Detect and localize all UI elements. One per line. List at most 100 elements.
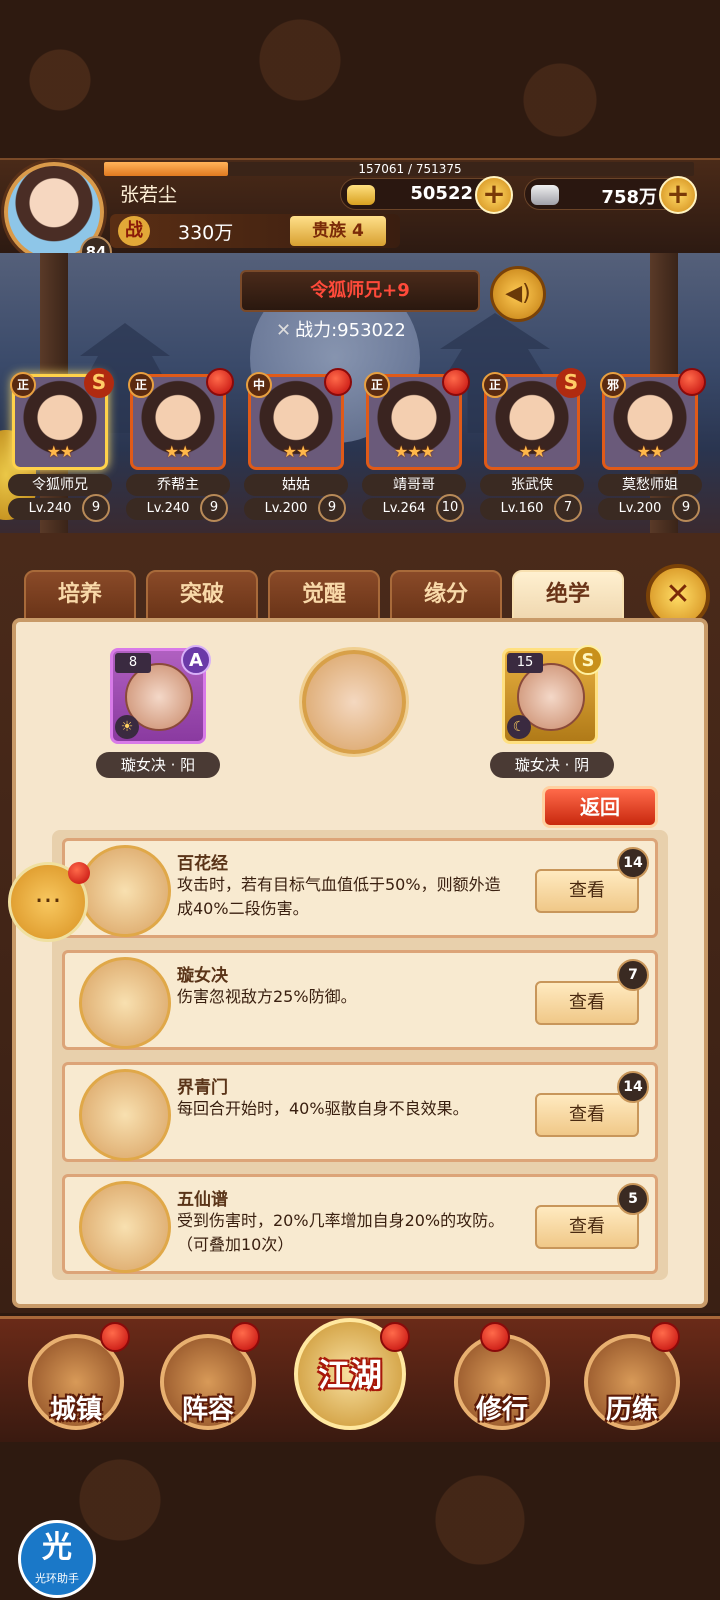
helper-app-icon[interactable]: 光 光环助手 <box>18 1520 96 1598</box>
hero-level: Lv.240 <box>8 498 92 520</box>
nav-label: 城镇 <box>49 1395 102 1425</box>
hero-title-plate: 令狐师兄+9 <box>240 270 480 312</box>
notification-dot <box>650 1322 680 1352</box>
skill-count-badge: 5 <box>617 1183 649 1215</box>
gold-currency: 50522 + <box>340 176 513 214</box>
book-icon <box>79 1181 171 1273</box>
hero-star-count: 9 <box>82 494 110 522</box>
skill-slot-yang[interactable]: 8 A ☀ <box>110 645 211 744</box>
player-name: 张若尘 <box>120 184 178 206</box>
hero-star-count: 9 <box>672 494 700 522</box>
notification-dot <box>324 368 352 396</box>
gold-value: 50522 <box>410 183 473 204</box>
skill-slot-label: 璇女决 · 阳 <box>96 752 220 778</box>
moon-icon: ☾ <box>507 715 531 739</box>
hero-name: 莫愁师姐 <box>598 474 702 496</box>
nav-label: 历练 <box>605 1395 658 1425</box>
gold-ingot-icon <box>347 185 375 205</box>
skill-row: 界青门 每回合开始时，40%驱散自身不良效果。 查看 14 <box>62 1062 658 1162</box>
tab-0[interactable]: 培养 <box>24 570 136 620</box>
tab-3[interactable]: 缘分 <box>390 570 502 620</box>
hero-level: Lv.200 <box>598 498 682 520</box>
notification-dot <box>100 1322 130 1352</box>
battle-icon: 战 <box>118 216 150 246</box>
notification-dot <box>678 368 706 396</box>
scroll-icon <box>79 957 171 1049</box>
notification-dot <box>480 1322 510 1352</box>
faction-badge: 邪 <box>600 372 626 398</box>
faction-badge: 正 <box>10 372 36 398</box>
noble-badge[interactable]: 贵族 4 <box>290 216 386 246</box>
grade-s-icon: S <box>556 368 586 398</box>
notification-dot <box>206 368 234 396</box>
scroll-icon <box>79 845 171 937</box>
skill-row: 百花经 攻击时，若有目标气血值低于50%，则额外造成40%二段伤害。 查看 14 <box>62 838 658 938</box>
hero-name: 张武侠 <box>480 474 584 496</box>
star-rating: ★★ <box>282 442 311 461</box>
hero-level: Lv.200 <box>244 498 328 520</box>
crossed-swords-icon: ✕ <box>276 320 292 341</box>
skill-slot-label: 璇女决 · 阴 <box>490 752 614 778</box>
hero-power-label: 战力: <box>295 320 338 341</box>
skill-name: 璇女决 <box>177 966 228 986</box>
speaker-icon[interactable]: ◀) <box>490 266 546 322</box>
notification-dot <box>380 1322 410 1352</box>
star-rating: ★★★ <box>393 442 435 461</box>
skill-name: 界青门 <box>177 1078 228 1098</box>
notification-dot <box>442 368 470 396</box>
star-rating: ★★ <box>46 442 75 461</box>
faction-badge: 正 <box>364 372 390 398</box>
exp-fill <box>104 162 228 176</box>
hero-star-count: 9 <box>200 494 228 522</box>
skill-description: 每回合开始时，40%驱散自身不良效果。 <box>177 1099 469 1118</box>
silver-currency: 758万 + <box>524 176 697 214</box>
hero-star-count: 10 <box>436 494 464 522</box>
grade-badge: A <box>181 645 211 675</box>
slot-count: 15 <box>507 653 543 673</box>
skill-name: 五仙谱 <box>177 1190 228 1210</box>
notification-dot <box>230 1322 260 1352</box>
tab-1[interactable]: 突破 <box>146 570 258 620</box>
hero-card[interactable]: 正 S ★★ 令狐师兄 Lv.240 9 <box>8 368 114 522</box>
hero-star-count: 9 <box>318 494 346 522</box>
back-button[interactable]: 返回 <box>542 786 658 828</box>
hero-name: 乔帮主 <box>126 474 230 496</box>
hero-level: Lv.240 <box>126 498 210 520</box>
skill-description: 伤害忽视敌方25%防御。 <box>177 987 357 1006</box>
star-rating: ★★ <box>518 442 547 461</box>
hero-name: 靖哥哥 <box>362 474 466 496</box>
helper-glyph: 光 <box>42 1530 72 1565</box>
power-row: 战 330万 贵族 4 <box>110 214 400 248</box>
skill-slot-yin[interactable]: 15 S ☾ <box>502 645 603 744</box>
skill-count-badge: 7 <box>617 959 649 991</box>
hero-card[interactable]: 正 ★★★ 靖哥哥 Lv.264 10 <box>362 368 470 522</box>
hero-level: Lv.264 <box>362 498 446 520</box>
slot-count: 8 <box>115 653 151 673</box>
hero-card[interactable]: 正 ★★ 乔帮主 Lv.240 9 <box>126 368 234 522</box>
tab-2[interactable]: 觉醒 <box>268 570 380 620</box>
add-gold-button[interactable]: + <box>475 176 513 214</box>
helper-text: 光环助手 <box>35 1572 79 1585</box>
nav-label: 江湖 <box>317 1356 382 1394</box>
hero-card[interactable]: 正 S ★★ 张武侠 Lv.160 7 <box>480 368 586 522</box>
skill-description: 受到伤害时，20%几率增加自身20%的攻防。（可叠加10次） <box>177 1211 505 1254</box>
skill-row: 五仙谱 受到伤害时，20%几率增加自身20%的攻防。（可叠加10次） 查看 5 <box>62 1174 658 1274</box>
faction-badge: 正 <box>128 372 154 398</box>
skill-list: 百花经 攻击时，若有目标气血值低于50%，则额外造成40%二段伤害。 查看 14… <box>52 830 668 1280</box>
center-skill-icon[interactable] <box>302 650 406 754</box>
skill-name: 百花经 <box>177 854 228 874</box>
skill-row: 璇女决 伤害忽视敌方25%防御。 查看 7 <box>62 950 658 1050</box>
exp-text: 157061 / 751375 <box>358 162 462 176</box>
skill-description: 攻击时，若有目标气血值低于50%，则额外造成40%二段伤害。 <box>177 875 501 918</box>
skill-count-badge: 14 <box>617 1071 649 1103</box>
hero-card[interactable]: 中 ★★ 姑姑 Lv.200 9 <box>244 368 352 522</box>
hero-name: 姑姑 <box>244 474 348 496</box>
tab-4[interactable]: 绝学 <box>512 570 624 620</box>
add-silver-button[interactable]: + <box>659 176 697 214</box>
grade-badge: S <box>573 645 603 675</box>
notification-dot <box>68 862 90 884</box>
grade-s-icon: S <box>84 368 114 398</box>
hero-card[interactable]: 邪 ★★ 莫愁师姐 Lv.200 9 <box>598 368 706 522</box>
nav-label: 阵容 <box>181 1395 234 1425</box>
hero-power-value: 953022 <box>337 320 406 341</box>
